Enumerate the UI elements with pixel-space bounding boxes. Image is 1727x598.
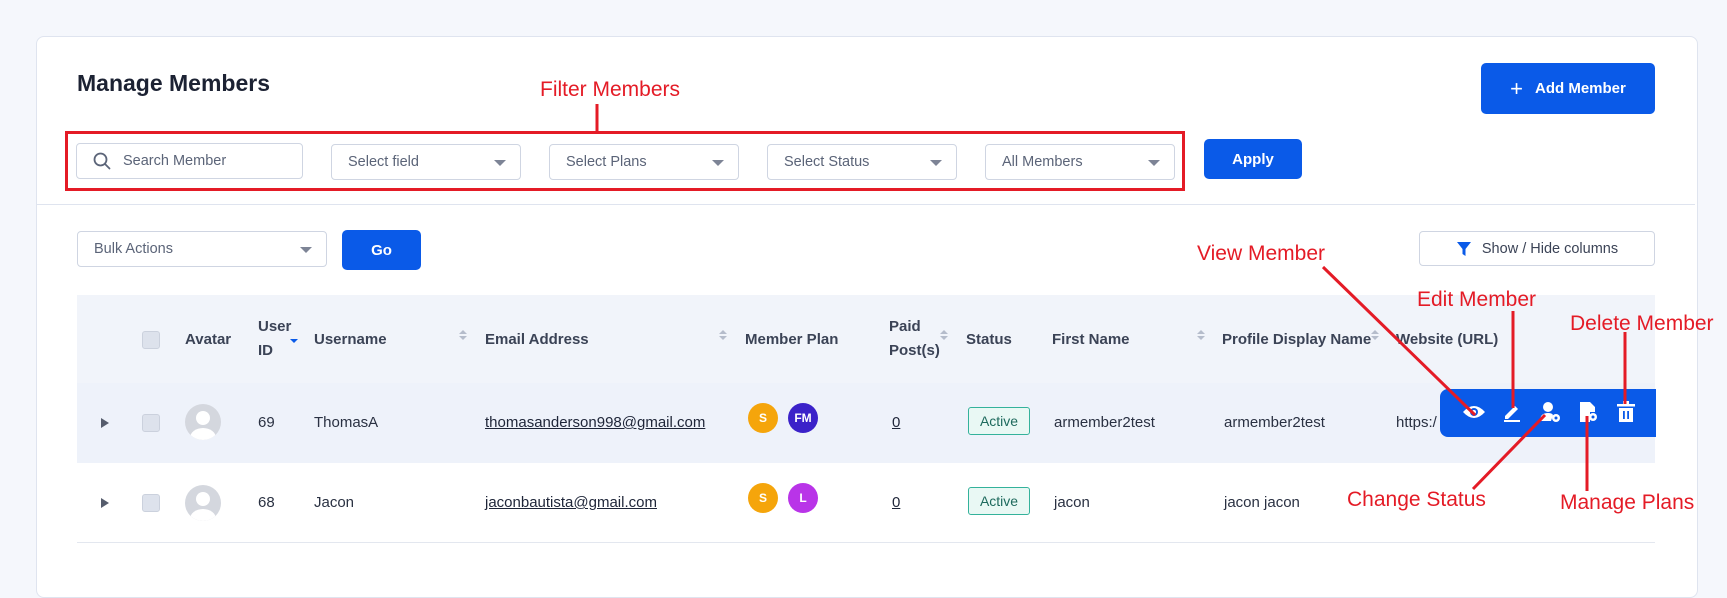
col-first-name[interactable]: First Name <box>1052 329 1130 350</box>
chevron-down-icon <box>1148 160 1160 166</box>
bulk-actions-label: Bulk Actions <box>94 241 173 257</box>
show-hide-columns-button[interactable]: Show / Hide columns <box>1419 231 1655 266</box>
page-title: Manage Members <box>77 70 271 96</box>
avatar <box>185 485 221 521</box>
email-link[interactable]: jaconbautista@gmail.com <box>485 494 657 511</box>
search-placeholder: Search Member <box>123 153 227 169</box>
plus-icon: + <box>1510 75 1523 101</box>
chevron-down-icon <box>930 160 942 166</box>
website: https:/ <box>1396 414 1437 431</box>
filter-funnel-icon <box>1456 241 1471 256</box>
search-input[interactable]: Search Member <box>76 143 303 179</box>
annotation-change-status: Change Status <box>1347 488 1486 511</box>
view-icon[interactable] <box>1461 399 1487 425</box>
chevron-down-icon <box>300 247 312 253</box>
member-type-dropdown[interactable]: All Members <box>985 144 1175 180</box>
chevron-down-icon <box>712 160 724 166</box>
go-button[interactable]: Go <box>342 230 421 270</box>
col-username[interactable]: Username <box>314 329 387 350</box>
expand-row-icon[interactable] <box>101 498 109 508</box>
annotation-filter-members: Filter Members <box>540 78 681 101</box>
first-name: jacon <box>1054 494 1090 511</box>
annotation-manage-plans: Manage Plans <box>1560 491 1695 514</box>
col-paid-posts-line1[interactable]: Paid <box>889 316 921 337</box>
status-badge: Active <box>968 407 1030 435</box>
display-name: armember2test <box>1224 414 1325 431</box>
expand-row-icon[interactable] <box>101 418 109 428</box>
select-status-label: Select Status <box>784 154 870 170</box>
manage-plans-icon[interactable] <box>1575 399 1601 425</box>
user-id: 69 <box>258 414 275 431</box>
select-plans-label: Select Plans <box>566 154 647 170</box>
edit-icon[interactable] <box>1499 399 1525 425</box>
paid-posts-link[interactable]: 0 <box>892 414 900 431</box>
add-member-button[interactable]: + Add Member <box>1481 63 1655 114</box>
col-profile-display-name[interactable]: Profile Display Name <box>1222 329 1371 350</box>
row-checkbox[interactable] <box>142 414 160 432</box>
col-paid-posts-line2[interactable]: Post(s) <box>889 340 940 361</box>
select-plans-dropdown[interactable]: Select Plans <box>549 144 739 180</box>
annotation-delete-member: Delete Member <box>1570 312 1714 335</box>
show-hide-columns-label: Show / Hide columns <box>1481 240 1619 257</box>
username: ThomasA <box>314 414 379 431</box>
member-type-label: All Members <box>1002 154 1083 170</box>
search-icon <box>93 152 111 170</box>
avatar <box>185 404 221 440</box>
col-member-plan: Member Plan <box>745 331 839 348</box>
col-website: Website (URL) <box>1396 331 1499 348</box>
col-avatar: Avatar <box>185 331 232 348</box>
user-id: 68 <box>258 494 275 511</box>
col-user-id-line2[interactable]: ID <box>258 340 273 361</box>
select-field-dropdown[interactable]: Select field <box>331 144 521 180</box>
select-field-label: Select field <box>348 154 419 170</box>
plan-badge: S <box>748 403 778 433</box>
plan-badge: S <box>748 483 778 513</box>
username: Jacon <box>314 494 355 511</box>
select-status-dropdown[interactable]: Select Status <box>767 144 957 180</box>
add-member-label: Add Member <box>1535 80 1626 97</box>
paid-posts-link[interactable]: 0 <box>892 494 900 511</box>
plan-badge: FM <box>788 403 818 433</box>
col-email[interactable]: Email Address <box>485 329 589 350</box>
email-link[interactable]: thomasanderson998@gmail.com <box>485 414 705 431</box>
change-status-icon[interactable] <box>1537 399 1563 425</box>
select-all-checkbox[interactable] <box>142 331 160 349</box>
col-status: Status <box>966 331 1012 348</box>
annotation-view-member: View Member <box>1197 242 1325 265</box>
delete-icon[interactable] <box>1613 399 1639 425</box>
annotation-edit-member: Edit Member <box>1417 288 1537 311</box>
display-name: jacon jacon <box>1224 494 1300 511</box>
bulk-actions-dropdown[interactable]: Bulk Actions <box>77 231 327 267</box>
apply-button[interactable]: Apply <box>1204 139 1302 179</box>
status-badge: Active <box>968 487 1030 515</box>
divider <box>37 204 1695 205</box>
plan-badge: L <box>788 483 818 513</box>
row-checkbox[interactable] <box>142 494 160 512</box>
chevron-down-icon <box>494 160 506 166</box>
first-name: armember2test <box>1054 414 1155 431</box>
col-user-id-line1[interactable]: User <box>258 316 291 337</box>
